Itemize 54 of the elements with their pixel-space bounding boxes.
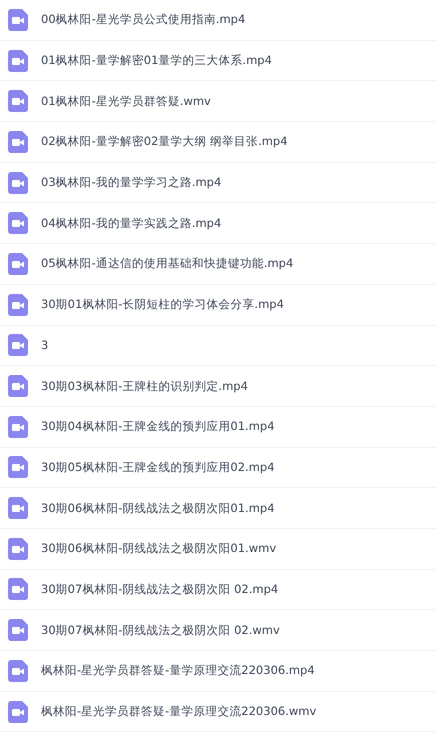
video-file-icon [8,130,28,153]
file-name: 枫林阳-星光学员群答疑-量学原理交流220306.mp4 [41,663,315,678]
file-row[interactable]: 02枫林阳-量学解密02量学大纲 纲举目张.mp4 [0,122,436,163]
file-name: 02枫林阳-量学解密02量学大纲 纲举目张.mp4 [41,134,288,150]
file-row[interactable]: 30期06枫林阳-阴线战法之极阴次阳01.wmv [0,528,436,570]
video-file-icon [8,212,28,234]
video-file-icon [8,619,28,642]
video-file-icon [8,538,28,560]
file-row[interactable]: 03枫林阳-我的量学学习之路.mp4 [0,162,436,204]
file-row[interactable]: 04枫林阳-我的量学实践之路.mp4 [0,203,436,244]
file-row[interactable]: 30期05枫林阳-王牌金线的预判应用02.mp4 [0,448,436,488]
video-file-icon [8,497,28,520]
file-name: 枫林阳-星光学员群答疑-量学原理交流220306.wmv [41,704,316,720]
file-name: 00枫林阳-星光学员公式使用指南.mp4 [41,12,246,28]
file-name: 01枫林阳-量学解密01量学的三大体系.mp4 [41,53,272,68]
video-file-icon [8,252,28,275]
file-name: 04枫林阳-我的量学实践之路.mp4 [41,216,222,231]
file-row[interactable]: 30期07枫林阳-阴线战法之极阴次阳 02.mp4 [0,570,436,610]
file-row[interactable]: 枫林阳-星光学员群答疑-量学原理交流220306.wmv [0,692,436,732]
video-file-icon [8,416,28,438]
video-file-icon [8,456,28,478]
file-row[interactable]: 30期01枫林阳-长阴短柱的学习体会分享.mp4 [0,284,436,326]
file-row[interactable]: 30期07枫林阳-阴线战法之极阴次阳 02.wmv [0,610,436,651]
file-row[interactable]: 30期06枫林阳-阴线战法之极阴次阳01.mp4 [0,488,436,529]
video-file-icon [8,90,28,112]
file-name: 05枫林阳-通达信的使用基础和快捷键功能.mp4 [41,256,294,272]
video-file-icon [8,578,28,600]
file-name: 3 [41,338,48,352]
file-name: 30期07枫林阳-阴线战法之极阴次阳 02.wmv [41,622,280,638]
file-name: 30期01枫林阳-长阴短柱的学习体会分享.mp4 [41,297,284,312]
file-name: 30期03枫林阳-王牌柱的识别判定.mp4 [41,378,248,394]
video-file-icon [8,8,28,31]
file-name: 30期05枫林阳-王牌金线的预判应用02.mp4 [41,460,275,475]
file-row[interactable]: 01枫林阳-量学解密01量学的三大体系.mp4 [0,40,436,82]
video-file-icon [8,375,28,398]
file-row[interactable]: 30期04枫林阳-王牌金线的预判应用01.mp4 [0,406,436,448]
file-row[interactable]: 00枫林阳-星光学员公式使用指南.mp4 [0,0,436,41]
file-row[interactable]: 30期03枫林阳-王牌柱的识别判定.mp4 [0,366,436,407]
file-name: 30期07枫林阳-阴线战法之极阴次阳 02.mp4 [41,582,278,597]
video-file-icon [8,700,28,723]
file-row[interactable]: 01枫林阳-星光学员群答疑.wmv [0,81,436,122]
file-name: 03枫林阳-我的量学学习之路.mp4 [41,175,222,190]
file-row[interactable]: 枫林阳-星光学员群答疑-量学原理交流220306.mp4 [0,651,436,692]
file-name: 30期04枫林阳-王牌金线的预判应用01.mp4 [41,419,275,434]
file-name: 01枫林阳-星光学员群答疑.wmv [41,94,211,109]
file-name: 30期06枫林阳-阴线战法之极阴次阳01.mp4 [41,500,275,516]
video-file-icon [8,294,28,316]
file-row[interactable]: 05枫林阳-通达信的使用基础和快捷键功能.mp4 [0,244,436,285]
video-file-icon [8,334,28,356]
video-file-icon [8,50,28,72]
video-file-icon [8,172,28,194]
file-row[interactable]: 3 [0,326,436,366]
file-name: 30期06枫林阳-阴线战法之极阴次阳01.wmv [41,541,276,556]
video-file-icon [8,660,28,682]
